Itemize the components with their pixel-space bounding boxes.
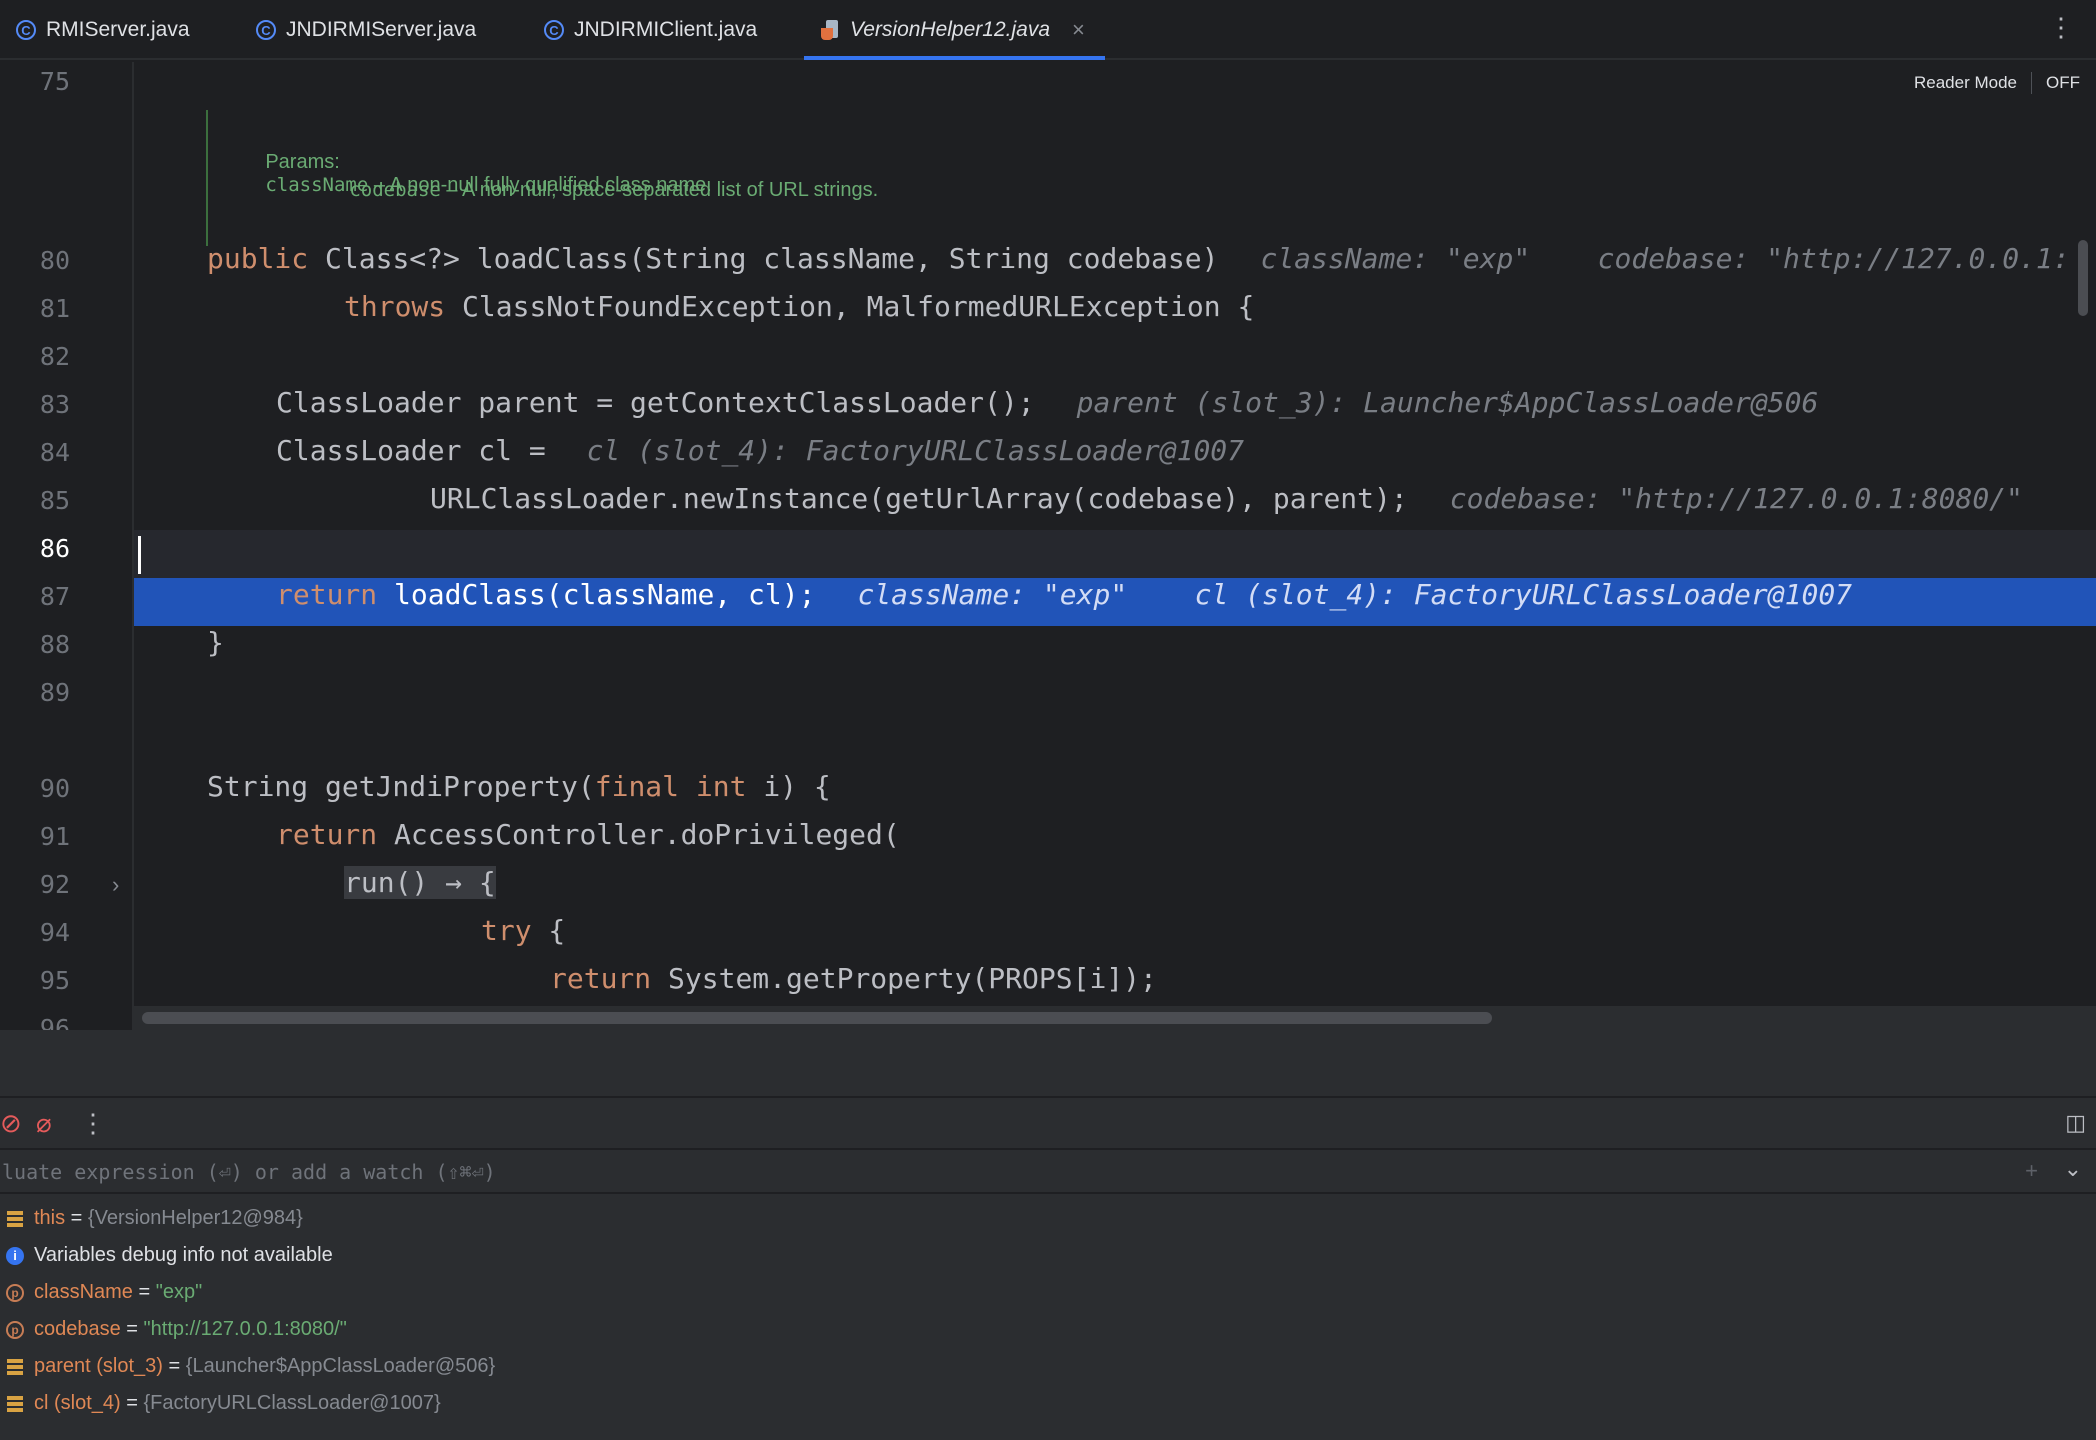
param-icon: p [6,1320,24,1339]
inline-debug-value: parent (slot_3): Launcher$AppClassLoader… [1076,386,1819,419]
line-number: 75 [39,67,70,96]
variables-tree: this = {VersionHelper12@984} i Variables… [0,1194,2096,1440]
class-icon: C [544,20,564,40]
class-icon: C [256,20,276,40]
more-options-icon[interactable]: ⋮ [80,1108,106,1138]
doc-param-name: codebase [349,179,441,201]
code-line-84[interactable]: ClassLoader cl = cl (slot_4): FactoryURL… [276,434,1244,467]
java-file-icon [821,20,838,40]
editor-tab-bar: C RMIServer.java C JNDIRMIServer.java C … [0,0,2096,60]
code-line-83[interactable]: ClassLoader parent = getContextClassLoad… [276,386,1818,419]
line-number: 82 [39,342,70,371]
variable-row[interactable]: p className = "exp" [0,1274,202,1311]
line-number: 92 [39,870,70,899]
class-icon: C [16,20,36,40]
line-number: 87 [39,582,70,611]
line-number: 90 [39,774,70,803]
variable-row[interactable]: this = {VersionHelper12@984} [0,1200,303,1237]
rendered-javadoc: Params: className – A non-null fully qua… [206,110,1106,246]
folded-lambda[interactable]: run() → { [344,866,496,899]
tab-jndirmiclient[interactable]: C JNDIRMIClient.java [544,0,757,60]
field-icon [7,1210,23,1227]
line-number: 88 [39,630,70,659]
inline-debug-value: className: "exp" cl (slot_4): FactoryURL… [857,578,1853,611]
line-number: 95 [39,966,70,995]
code-line-90[interactable]: String getJndiProperty(final int i) { [207,770,831,803]
debugger-toolbar: ⊘ ⌀ ⋮ ◫ [0,1096,2096,1148]
line-number: 89 [39,678,70,707]
code-line-87-execution-point[interactable]: return loadClass(className, cl); classNam… [276,578,1852,611]
variable-row[interactable]: cl (slot_4) = {FactoryURLClassLoader@100… [0,1385,441,1422]
variable-row[interactable]: i Variables debug info not available [0,1237,333,1274]
tab-label: JNDIRMIServer.java [286,18,477,41]
variable-row[interactable]: parent (slot_3) = {Launcher$AppClassLoad… [0,1348,495,1385]
code-line-88[interactable]: } [207,626,224,659]
inline-debug-value: cl (slot_4): FactoryURLClassLoader@1007 [586,434,1245,467]
param-icon: p [6,1283,24,1302]
reader-mode-toggle[interactable]: Reader Mode OFF [1914,72,2080,94]
line-number: 80 [39,246,70,275]
line-number: 81 [39,294,70,323]
tab-label: JNDIRMIClient.java [574,18,758,41]
field-icon [7,1395,23,1412]
line-number: 85 [39,486,70,515]
line-number: 86 [39,534,70,563]
reader-mode-label[interactable]: Reader Mode [1914,73,2017,93]
code-line-95[interactable]: return System.getProperty(PROPS[i]); [550,962,1157,995]
more-tabs-icon[interactable]: ⋮ [2048,14,2074,40]
doc-param-desc: – A non-null, space-separated list of UR… [440,179,879,201]
current-line-highlight [0,530,2096,578]
code-line-92[interactable]: run() → { [344,866,496,899]
tab-rmiserver[interactable]: C RMIServer.java [16,0,190,60]
inline-debug-value: codebase: "http://127.0.0.1:8080/" [1449,482,2023,515]
panel-splitter[interactable] [0,1030,2096,1096]
variable-row[interactable]: p codebase = "http://127.0.0.1:8080/" [0,1311,347,1348]
code-line-80[interactable]: public Class<?> loadClass(String classNa… [207,242,2070,275]
evaluate-expression-field[interactable]: luate expression (⏎) or add a watch (⇧⌘⏎… [0,1148,2096,1194]
view-breakpoints-icon[interactable]: ⊘ [0,1108,22,1138]
inline-debug-value: className: "exp" codebase: "http://127.0… [1260,242,2070,275]
text-caret [138,536,141,574]
tab-label: RMIServer.java [46,18,190,41]
code-editor[interactable]: 75 80 81 82 83 84 85 86 87 88 89 90 91 9… [0,62,2096,1030]
line-number: 83 [39,390,70,419]
code-line-91[interactable]: return AccessController.doPrivileged( [276,818,900,851]
field-icon [7,1358,23,1375]
line-number: 91 [39,822,70,851]
layout-settings-icon[interactable]: ◫ [2065,1108,2086,1138]
add-watch-icon[interactable]: + [2025,1158,2038,1184]
line-number: 84 [39,438,70,467]
line-number-gutter[interactable]: 75 80 81 82 83 84 85 86 87 88 89 90 91 9… [0,62,134,1030]
tab-label: VersionHelper12.java [850,18,1051,41]
chevron-down-icon[interactable]: ⌄ [2064,1156,2082,1182]
tab-jndirmiserver[interactable]: C JNDIRMIServer.java [256,0,476,60]
evaluate-expression-placeholder[interactable]: luate expression (⏎) or add a watch (⇧⌘⏎… [2,1160,496,1184]
line-number: 96 [39,1014,70,1030]
fold-expand-icon[interactable]: › [112,872,119,898]
info-icon: i [6,1246,24,1265]
reader-mode-state[interactable]: OFF [2046,73,2080,93]
close-icon[interactable]: × [1072,17,1085,43]
horizontal-scrollbar[interactable] [142,1012,1492,1024]
code-line-94[interactable]: try { [481,914,565,947]
code-line-85[interactable]: URLClassLoader.newInstance(getUrlArray(c… [430,482,2023,515]
line-number: 94 [39,918,70,947]
tab-versionhelper12[interactable]: VersionHelper12.java × [804,0,1105,60]
code-line-81[interactable]: throws ClassNotFoundException, Malformed… [344,290,1254,323]
vertical-scrollbar[interactable] [2078,240,2088,316]
mute-breakpoints-icon[interactable]: ⌀ [36,1108,52,1138]
